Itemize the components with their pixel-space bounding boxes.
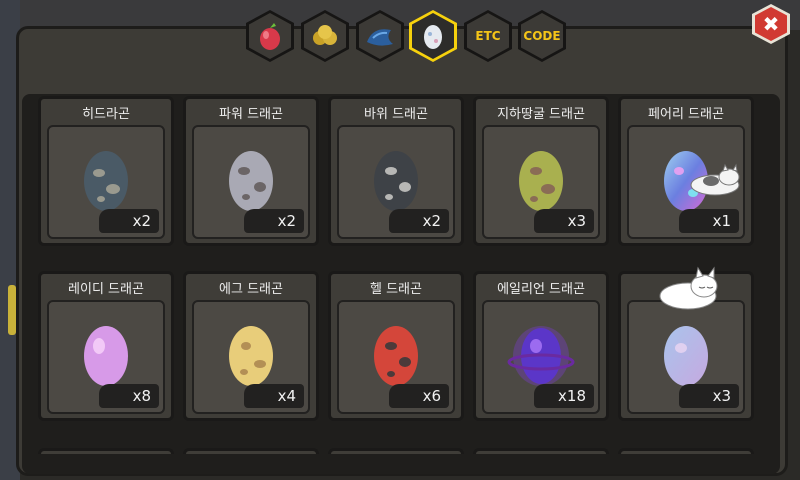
egg-card[interactable]: 바위 드래곤 x2 [328, 96, 464, 246]
egg-count: x4 [244, 384, 304, 408]
egg-name: 파워 드래곤 [219, 107, 283, 122]
tab-etc-label: ETC [467, 13, 509, 59]
egg-count: x1 [679, 209, 739, 233]
egg-card[interactable]: 헬 드래곤 x6 [328, 271, 464, 421]
egg-count: x2 [244, 209, 304, 233]
egg-slot: x18 [482, 300, 600, 414]
egg-card-partial [328, 448, 464, 454]
egg-card-partial [183, 448, 319, 454]
egg-card[interactable]: 레이디 드래곤 x8 [38, 271, 174, 421]
egg-name: 에그 드래곤 [219, 282, 283, 297]
sleeping-cat-icon [659, 266, 718, 310]
egg-card-partial [618, 448, 754, 454]
egg-name: 페어리 드래곤 [648, 107, 724, 122]
egg-card[interactable]: 페어리 드래곤 x1 [618, 96, 754, 246]
egg-slot: x4 [192, 300, 310, 414]
egg-count: x2 [389, 209, 449, 233]
egg-slot: x3 [482, 125, 600, 239]
egg-card[interactable]: 에일리언 드래곤 x18 [473, 271, 609, 421]
egg-slot: x6 [337, 300, 455, 414]
egg-icon [424, 25, 442, 49]
side-indicator [8, 285, 16, 335]
egg-name: 바위 드래곤 [364, 107, 428, 122]
egg-card-partial [38, 448, 174, 454]
egg-name: 에일리언 드래곤 [497, 282, 585, 297]
egg-count: x6 [389, 384, 449, 408]
blue-shell-icon [367, 29, 393, 46]
egg-count: x2 [99, 209, 159, 233]
red-fruit-icon [260, 23, 280, 50]
egg-slot: x2 [192, 125, 310, 239]
egg-name: 헬 드래곤 [370, 282, 422, 297]
egg-count: x3 [679, 384, 739, 408]
egg-card[interactable]: 파워 드래곤 x2 [183, 96, 319, 246]
egg-slot: x3 [627, 300, 745, 414]
egg-slot: x8 [47, 300, 165, 414]
egg-slot: x2 [337, 125, 455, 239]
egg-card[interactable]: 에그 드래곤 x4 [183, 271, 319, 421]
egg-slot: x2 [47, 125, 165, 239]
egg-count: x18 [534, 384, 594, 408]
egg-name: 지하땅굴 드래곤 [497, 107, 585, 122]
tab-code-label: CODE [521, 13, 563, 59]
egg-count: x3 [534, 209, 594, 233]
gold-coins-icon [313, 25, 337, 45]
egg-name: 레이디 드래곤 [68, 282, 144, 297]
egg-count: x8 [99, 384, 159, 408]
egg-card[interactable]: 지하땅굴 드래곤 x3 [473, 96, 609, 246]
egg-slot: x1 [627, 125, 745, 239]
egg-card[interactable]: 히드라곤 x2 [38, 96, 174, 246]
egg-card-partial [473, 448, 609, 454]
egg-name: 히드라곤 [82, 107, 130, 122]
sleeping-cat-icon [690, 163, 740, 196]
close-icon: ✖ [755, 7, 787, 41]
